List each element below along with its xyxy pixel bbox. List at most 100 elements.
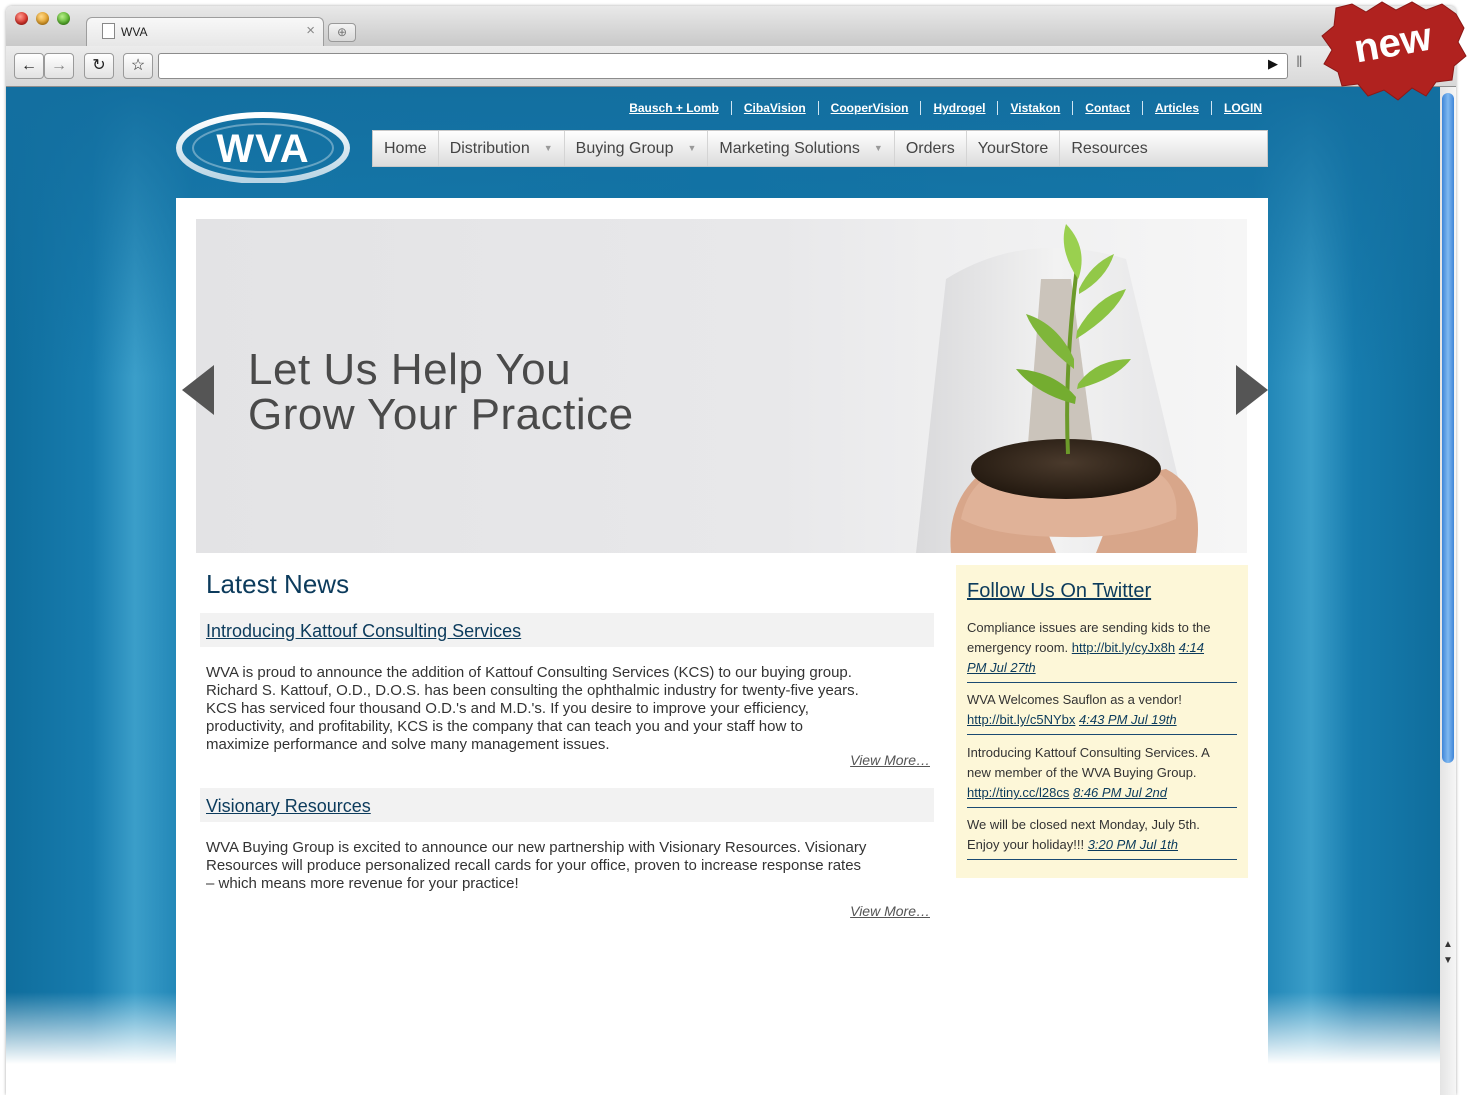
tweet-line: Introducing Kattouf Consulting Services.… — [967, 745, 1210, 760]
nav-orders[interactable]: Orders — [895, 131, 967, 166]
tweet-link[interactable]: http://bit.ly/c5NYbx — [967, 712, 1075, 727]
new-tab-button[interactable]: ⊕ — [328, 23, 356, 42]
tweet: We will be closed next Monday, July 5th.… — [967, 815, 1237, 860]
close-window-button[interactable] — [15, 12, 28, 25]
plus-icon: ⊕ — [336, 25, 348, 39]
scroll-down-arrow-icon[interactable]: ▼ — [1443, 955, 1453, 966]
article-body: WVA is proud to announce the addition of… — [206, 664, 932, 754]
dropdown-arrow-icon: ▼ — [687, 143, 697, 154]
top-link-vistakon[interactable]: Vistakon — [997, 101, 1073, 115]
nav-label: Buying Group — [575, 140, 674, 157]
zoom-window-button[interactable] — [57, 12, 70, 25]
browser-tab[interactable]: WVA × — [86, 17, 324, 48]
dropdown-arrow-icon: ▼ — [543, 143, 553, 154]
nav-distribution[interactable]: Distribution ▼ — [439, 131, 565, 166]
article-title-link[interactable]: Introducing Kattouf Consulting Services — [206, 621, 521, 642]
dropdown-arrow-icon: ▼ — [873, 143, 883, 154]
web-page: WVA Bausch + Lomb CibaVision CooperVision H… — [6, 87, 1440, 1095]
page-menu-icon[interactable]: ‖ — [1296, 54, 1303, 72]
article-line: Richard S. Kattouf, O.D., D.O.S. has bee… — [206, 682, 859, 699]
article-title-bar: Introducing Kattouf Consulting Services — [200, 613, 934, 647]
top-link-hydrogel[interactable]: Hydrogel — [920, 101, 998, 115]
article-line: KCS has serviced four thousand O.D.'s an… — [206, 700, 809, 717]
nav-label: Orders — [905, 140, 955, 157]
nav-label: YourStore — [977, 140, 1049, 157]
nav-resources[interactable]: Resources — [1060, 131, 1158, 166]
article-body: WVA Buying Group is excited to announce … — [206, 839, 932, 893]
tab-title: WVA — [121, 25, 148, 39]
go-icon[interactable]: ▶ — [1268, 56, 1278, 72]
article-line: WVA Buying Group is excited to announce … — [206, 839, 867, 856]
back-button[interactable]: ← — [14, 53, 44, 79]
page-icon — [102, 23, 115, 39]
reflection-fade — [6, 992, 1440, 1095]
tweet-time[interactable]: PM Jul 27th — [967, 660, 1036, 675]
tweet-line: emergency room. — [967, 640, 1072, 655]
previous-slide-arrow-icon[interactable] — [178, 363, 218, 417]
nav-label: Marketing Solutions — [719, 140, 860, 157]
tweet-line: Enjoy your holiday!!! — [967, 837, 1088, 852]
top-link-coopervision[interactable]: CooperVision — [817, 101, 921, 115]
tweet: WVA Welcomes Sauflon as a vendor! http:/… — [967, 690, 1237, 735]
hero-slider: Let Us Help You Grow Your Practice — [196, 219, 1247, 553]
top-links: Bausch + Lomb CibaVision CooperVision Hydro… — [617, 101, 1266, 115]
article-title-link[interactable]: Visionary Resources — [206, 796, 371, 817]
content-panel: Let Us Help You Grow Your Practice Lates… — [176, 198, 1268, 1095]
address-bar[interactable] — [158, 53, 1288, 79]
scroll-up-arrow-icon[interactable]: ▲ — [1443, 939, 1453, 950]
tweet-line: We will be closed next Monday, July 5th. — [967, 817, 1200, 832]
tweet-link[interactable]: http://tiny.cc/l28cs — [967, 785, 1069, 800]
top-link-contact[interactable]: Contact — [1072, 101, 1142, 115]
forward-arrow-icon: → — [51, 57, 67, 74]
new-badge: new — [1321, 1, 1467, 101]
top-link-cibavision[interactable]: CibaVision — [730, 101, 818, 115]
tweet-line: Compliance issues are sending kids to th… — [967, 620, 1211, 635]
hero-headline-line-1: Let Us Help You — [248, 345, 572, 394]
hero-headline-line-2: Grow Your Practice — [248, 390, 634, 439]
logo-text: WVA — [216, 127, 309, 171]
close-tab-icon[interactable]: × — [306, 22, 315, 39]
scrollbar-thumb[interactable] — [1442, 93, 1454, 763]
bookmark-button[interactable]: ☆ — [123, 53, 153, 79]
article-line: – which means more revenue for your prac… — [206, 875, 519, 892]
forward-button[interactable]: → — [44, 53, 74, 79]
star-icon: ☆ — [130, 57, 146, 74]
reload-button[interactable]: ↻ — [84, 53, 114, 79]
main-navigation: Home Distribution ▼ Buying Group ▼ Marketi… — [372, 130, 1268, 167]
twitter-box: Follow Us On Twitter Compliance issues a… — [956, 565, 1248, 878]
nav-label: Home — [384, 140, 427, 157]
tweet-time[interactable]: 4:14 — [1179, 640, 1204, 655]
tweet-time[interactable]: 3:20 PM Jul 1th — [1088, 837, 1178, 852]
article-line: maximize performance and solve many mana… — [206, 736, 610, 753]
twitter-heading-link[interactable]: Follow Us On Twitter — [967, 580, 1151, 603]
nav-home[interactable]: Home — [373, 131, 439, 166]
article-title-bar: Visionary Resources — [200, 788, 934, 822]
view-more-link[interactable]: View More… — [850, 903, 930, 919]
tweet: Introducing Kattouf Consulting Services.… — [967, 743, 1237, 808]
top-link-articles[interactable]: Articles — [1141, 101, 1211, 115]
nav-buying-group[interactable]: Buying Group ▼ — [565, 131, 709, 166]
top-link-bausch-lomb[interactable]: Bausch + Lomb — [617, 101, 731, 115]
browser-window: WVA × ⊕ ← → ↻ ☆ ▶ ‖ WVA Bausch + Lomb Ci… — [6, 6, 1456, 1095]
nav-yourstore[interactable]: YourStore — [967, 131, 1061, 166]
back-arrow-icon: ← — [21, 57, 37, 74]
view-more-link[interactable]: View More… — [850, 752, 930, 768]
nav-label: Distribution — [449, 140, 530, 157]
wva-logo[interactable]: WVA — [174, 111, 352, 183]
tweet-link[interactable]: http://bit.ly/cyJx8h — [1072, 640, 1175, 655]
article-line: productivity, and profitability, KCS is … — [206, 718, 803, 735]
tweet-time[interactable]: 8:46 PM Jul 2nd — [1073, 785, 1167, 800]
top-link-login[interactable]: LOGIN — [1211, 101, 1266, 115]
reload-icon: ↻ — [92, 57, 106, 74]
next-slide-arrow-icon[interactable] — [1232, 363, 1272, 417]
vertical-scrollbar[interactable]: ▲ ▼ — [1440, 87, 1456, 1095]
seedling-in-hands-image — [916, 224, 1198, 553]
tweet-line: new member of the WVA Buying Group. — [967, 765, 1197, 780]
minimize-window-button[interactable] — [36, 12, 49, 25]
article-line: WVA is proud to announce the addition of… — [206, 664, 852, 681]
tweet-line: WVA Welcomes Sauflon as a vendor! — [967, 692, 1182, 707]
nav-marketing-solutions[interactable]: Marketing Solutions ▼ — [708, 131, 895, 166]
article-line: Resources will produce personalized reca… — [206, 857, 862, 874]
latest-news-heading: Latest News — [206, 569, 350, 599]
tweet-time[interactable]: 4:43 PM Jul 19th — [1079, 712, 1177, 727]
